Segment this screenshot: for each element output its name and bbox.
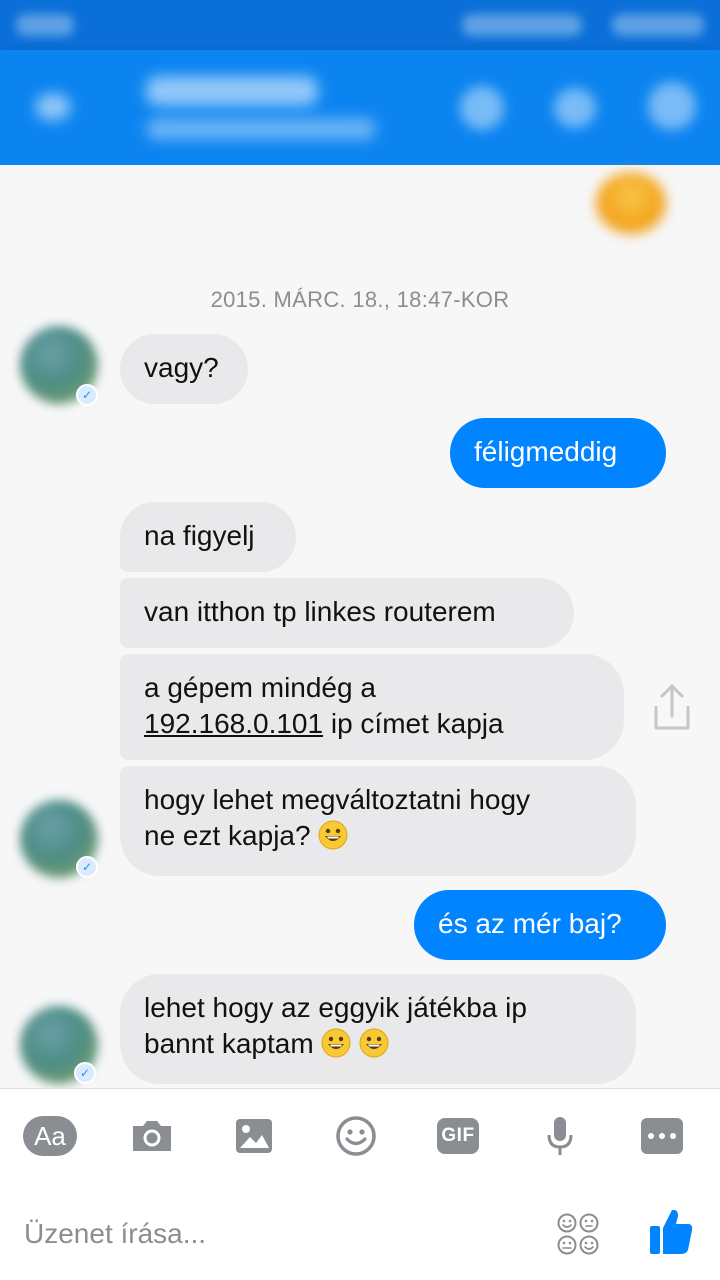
- message-incoming[interactable]: na figyelj: [120, 502, 296, 572]
- conversation-timestamp: 2015. MÁRC. 18., 18:47-KOR: [210, 287, 510, 312]
- gallery-button[interactable]: [226, 1114, 282, 1158]
- message-incoming[interactable]: van itthon tp linkes routerem: [120, 578, 574, 648]
- aa-label: Aa: [23, 1116, 77, 1156]
- share-icon[interactable]: [650, 682, 694, 732]
- message-text: na figyelj: [144, 520, 255, 551]
- camera-button[interactable]: [124, 1114, 180, 1158]
- conversation-header: [0, 50, 720, 165]
- message-text-line: ne ezt kapja?: [144, 818, 612, 854]
- phone-icon[interactable]: [460, 86, 504, 130]
- info-icon[interactable]: [648, 82, 696, 130]
- message-incoming[interactable]: hogy lehet megváltoztatni hogy ne ezt ka…: [120, 766, 636, 876]
- message-text: ip címet kapja: [323, 708, 504, 739]
- contact-status: [146, 118, 376, 140]
- video-icon[interactable]: [554, 88, 596, 128]
- grinning-face-emoji-icon: [359, 1028, 389, 1058]
- message-text: bannt kaptam: [144, 1028, 314, 1059]
- message-text: vagy?: [144, 352, 219, 383]
- thumbs-up-icon[interactable]: [648, 1206, 694, 1256]
- emoji-button[interactable]: [328, 1114, 384, 1158]
- message-input[interactable]: [24, 1212, 504, 1256]
- message-outgoing[interactable]: és az mér baj?: [414, 890, 666, 960]
- message-text: ne ezt kapja?: [144, 820, 311, 851]
- grinning-face-emoji-icon: [318, 820, 348, 850]
- message-text: féligmeddig: [474, 436, 618, 467]
- message-text-line: a gépem mindég a: [144, 672, 376, 703]
- message-outgoing[interactable]: féligmeddig: [450, 418, 666, 488]
- message-incoming[interactable]: vagy?: [120, 334, 248, 404]
- gif-button[interactable]: GIF: [430, 1114, 486, 1158]
- emoji-icon: [336, 1116, 376, 1156]
- more-icon: [641, 1118, 683, 1154]
- messenger-badge-icon: ✓: [74, 1062, 96, 1084]
- message-text-line: 192.168.0.101 ip címet kapja: [144, 706, 600, 742]
- message-incoming[interactable]: a gépem mindég a 192.168.0.101 ip címet …: [120, 654, 624, 760]
- grinning-face-emoji-icon: [321, 1028, 351, 1058]
- message-text: van itthon tp linkes routerem: [144, 596, 496, 627]
- message-incoming[interactable]: lehet hogy az eggyik játékba ip bannt ka…: [120, 974, 636, 1084]
- message-text-line: bannt kaptam: [144, 1026, 612, 1062]
- more-button[interactable]: [634, 1114, 690, 1158]
- messenger-badge-icon: ✓: [76, 856, 98, 878]
- sent-emoji-icon: [596, 172, 666, 234]
- messenger-badge-icon: ✓: [76, 384, 98, 406]
- emoji-grid-icon[interactable]: [556, 1212, 600, 1256]
- gallery-icon: [236, 1119, 272, 1153]
- text-format-button[interactable]: Aa: [22, 1114, 78, 1158]
- gif-label: GIF: [437, 1118, 479, 1154]
- voice-button[interactable]: [532, 1114, 588, 1158]
- ip-address-link[interactable]: 192.168.0.101: [144, 708, 323, 739]
- message-text-line: lehet hogy az eggyik játékba ip: [144, 992, 527, 1023]
- message-text: és az mér baj?: [438, 908, 622, 939]
- back-icon[interactable]: [36, 94, 70, 120]
- message-text-line: hogy lehet megváltoztatni hogy: [144, 784, 531, 815]
- camera-icon: [133, 1121, 171, 1151]
- contact-name[interactable]: [146, 76, 318, 106]
- microphone-icon: [547, 1117, 573, 1155]
- status-bar: [0, 0, 720, 50]
